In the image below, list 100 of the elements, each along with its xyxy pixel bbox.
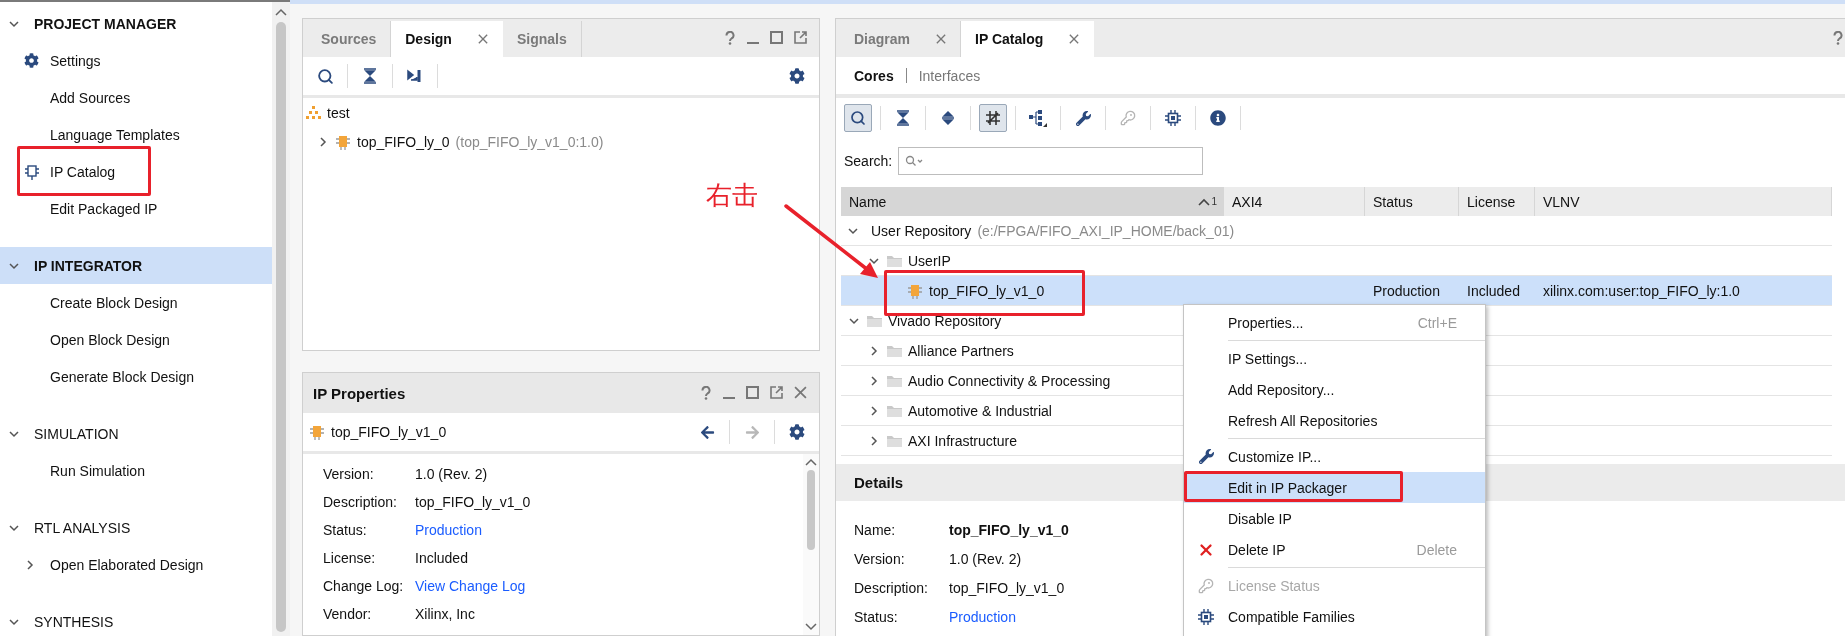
tree-label[interactable]: top_FIFO_ly_0	[357, 133, 450, 150]
view-tab[interactable]: Cores	[850, 65, 898, 86]
section-header[interactable]: SIMULATION	[0, 415, 272, 452]
scroll-thumb[interactable]	[807, 470, 815, 550]
arrow-left-icon	[699, 424, 715, 440]
chip-icon	[1198, 608, 1214, 625]
help-icon[interactable]	[1832, 31, 1844, 45]
float-window-icon[interactable]	[794, 31, 807, 44]
field-link[interactable]: Production	[949, 608, 1016, 625]
navigator-item[interactable]: Settings	[0, 42, 272, 79]
section-header[interactable]: PROJECT MANAGER	[0, 5, 272, 42]
key-icon	[1120, 110, 1136, 126]
sort-caret-icon	[1198, 197, 1211, 206]
section-header[interactable]: IP INTEGRATOR	[0, 247, 272, 284]
section-title: Details	[854, 474, 904, 491]
section-header[interactable]: SYNTHESIS	[0, 603, 272, 636]
search-icon	[316, 67, 334, 85]
chip-outline-icon	[24, 163, 40, 180]
folder-icon	[867, 314, 882, 327]
field-label: Version:	[323, 466, 374, 482]
navigator-item[interactable]: Language Templates	[0, 116, 272, 153]
shortcut-label: Delete	[1416, 541, 1458, 558]
ip-name: top_FIFO_ly_v1_0	[331, 424, 447, 440]
maximize-icon[interactable]	[746, 386, 759, 399]
wrench-icon	[1198, 449, 1214, 464]
field-label: Vendor:	[323, 606, 372, 622]
close-icon[interactable]	[477, 34, 488, 44]
navigator-item[interactable]: Open Block Design	[0, 321, 272, 358]
menu-item[interactable]: Refresh All Repositories	[1184, 405, 1485, 436]
chip-icon	[335, 133, 351, 150]
column-header[interactable]: Name 1	[841, 187, 1224, 216]
menu-item[interactable]: Add Repository...	[1184, 374, 1485, 405]
tree-label: Audio Connectivity & Processing	[908, 372, 1111, 389]
field-link[interactable]: Production	[415, 522, 482, 538]
tree-label[interactable]: test	[327, 104, 350, 121]
chevron-right-icon[interactable]	[868, 344, 880, 357]
close-icon[interactable]	[794, 386, 807, 399]
folder-icon	[887, 404, 902, 417]
folder-icon	[887, 434, 902, 447]
search-button[interactable]	[844, 104, 872, 132]
navigator-item[interactable]: Run Simulation	[0, 452, 272, 489]
table-cell-text: Included	[1466, 281, 1521, 301]
field-label: Description:	[854, 579, 928, 596]
scrollbar[interactable]	[803, 454, 819, 635]
field-link[interactable]: View Change Log	[415, 578, 526, 594]
field-label: Change Log:	[323, 578, 404, 594]
menu-item[interactable]: Disable IP	[1184, 503, 1485, 534]
menu-item[interactable]: Delete IP Delete	[1184, 534, 1485, 565]
navigator-item[interactable]: IP Catalog	[0, 153, 272, 190]
menu-item[interactable]: Properties... Ctrl+E	[1184, 307, 1485, 338]
folder-icon	[887, 374, 902, 387]
field-label: License:	[323, 550, 376, 566]
navigator-item[interactable]: Open Elaborated Design	[0, 546, 272, 583]
folder-icon	[887, 254, 902, 267]
section-header[interactable]: RTL ANALYSIS	[0, 509, 272, 546]
view-tab[interactable]: Interfaces	[914, 65, 985, 86]
folder-icon	[887, 344, 902, 357]
menu-item[interactable]: Compatible Families	[1184, 601, 1485, 632]
scroll-down-icon[interactable]	[805, 623, 817, 631]
scroll-up-icon[interactable]	[805, 458, 817, 466]
tree-label: AXI Infrastructure	[908, 432, 1017, 449]
chevron-right-icon[interactable]	[317, 135, 329, 148]
close-icon[interactable]	[936, 34, 947, 44]
field-value: Included	[415, 550, 468, 566]
chevron-right-icon[interactable]	[868, 434, 880, 447]
navigator-item[interactable]: Generate Block Design	[0, 358, 272, 395]
search-label: Search:	[844, 153, 893, 169]
tab[interactable]: IP Catalog	[961, 21, 1095, 57]
scrollbar[interactable]	[272, 2, 290, 636]
chevron-right-icon[interactable]	[24, 558, 36, 571]
menu-item[interactable]: Customize IP...	[1184, 441, 1485, 472]
navigator-item[interactable]: Add Sources	[0, 79, 272, 116]
navigator-item[interactable]: Edit Packaged IP	[0, 190, 272, 227]
close-icon[interactable]	[1069, 34, 1080, 44]
chip-icon	[309, 424, 325, 440]
filter-button[interactable]	[979, 104, 1007, 132]
wrench-icon	[1075, 110, 1091, 126]
scroll-up-icon[interactable]	[275, 8, 287, 16]
info-icon	[1210, 110, 1226, 126]
chevron-right-icon[interactable]	[868, 404, 880, 417]
help-icon[interactable]	[724, 31, 736, 45]
chevron-right-icon[interactable]	[868, 374, 880, 387]
table-cell-text: xilinx.com:user:top_FIFO_ly:1.0	[1542, 281, 1741, 301]
field-label: Version:	[854, 550, 905, 567]
tab[interactable]: Design	[391, 21, 503, 57]
scroll-thumb[interactable]	[276, 22, 286, 632]
tree-label: Vivado Repository	[888, 312, 1002, 329]
shortcut-label: Ctrl+E	[1417, 314, 1458, 331]
table-row[interactable]: top_FIFO_ly_v1_0 Production Included xilinx.com:user:top_FIFO_ly:1.0	[841, 276, 1832, 306]
float-window-icon[interactable]	[770, 386, 783, 399]
help-icon[interactable]	[700, 386, 712, 400]
tree-label: top_FIFO_ly_v1_0	[929, 282, 1045, 299]
hierarchy-icon	[1029, 109, 1047, 127]
hash-icon	[985, 110, 1001, 126]
menu-item[interactable]: IP Settings...	[1184, 343, 1485, 374]
navigator-item[interactable]: Create Block Design	[0, 284, 272, 321]
maximize-icon[interactable]	[770, 31, 783, 44]
arrow-right-icon	[744, 424, 760, 440]
search-field[interactable]	[898, 147, 1204, 175]
search-icon	[905, 155, 924, 167]
